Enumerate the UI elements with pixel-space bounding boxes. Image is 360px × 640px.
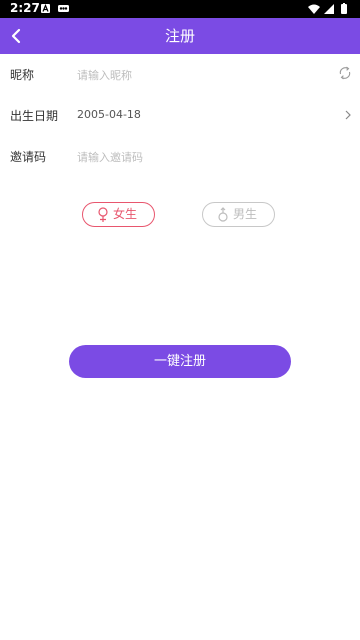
invite-code-input[interactable]: 请输入邀请码 — [77, 149, 143, 165]
wifi-icon — [308, 4, 320, 14]
status-system-icons — [308, 3, 347, 14]
male-button[interactable]: 男生 — [202, 202, 275, 227]
birthday-label: 出生日期 — [10, 109, 59, 123]
refresh-icon[interactable] — [337, 65, 353, 81]
nickname-input[interactable]: 请输入昵称 — [77, 67, 132, 83]
female-icon — [98, 207, 108, 222]
male-label: 男生 — [233, 207, 258, 221]
status-bar: 2:27 — [0, 0, 360, 18]
birthday-value[interactable]: 2005-04-18 — [77, 108, 141, 121]
birthday-row[interactable]: 出生日期 2005-04-18 — [0, 95, 360, 135]
back-button[interactable] — [6, 24, 30, 48]
page-title: 注册 — [164, 27, 195, 45]
app-bar: 注册 — [0, 18, 360, 54]
male-icon — [218, 207, 228, 222]
register-button[interactable]: 一键注册 — [69, 345, 291, 378]
female-label: 女生 — [113, 207, 138, 221]
back-arrow-icon — [11, 28, 21, 44]
status-time: 2:27 — [10, 1, 40, 15]
notification-app-icon — [58, 5, 69, 12]
notification-a-icon — [41, 4, 50, 13]
invite-code-label: 邀请码 — [10, 150, 47, 164]
battery-icon — [341, 4, 347, 14]
nickname-row: 昵称 请输入昵称 — [0, 54, 360, 94]
female-button[interactable]: 女生 — [82, 202, 155, 227]
chevron-right-icon — [345, 110, 351, 120]
signal-icon — [324, 4, 334, 14]
nickname-label: 昵称 — [10, 68, 35, 82]
invite-code-row: 邀请码 请输入邀请码 — [0, 136, 360, 176]
